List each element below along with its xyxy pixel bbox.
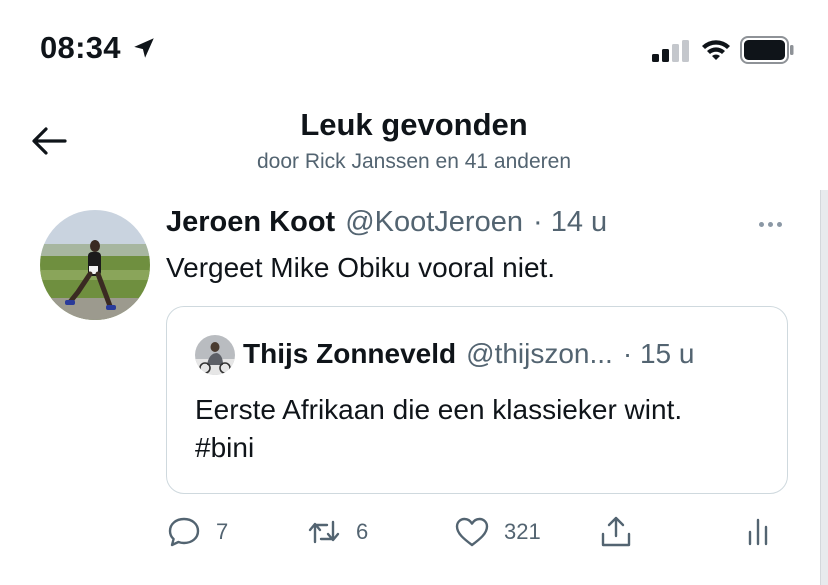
- quoted-author-avatar[interactable]: [195, 335, 235, 375]
- battery-icon: [740, 36, 794, 64]
- page-subtitle[interactable]: door Rick Janssen en 41 anderen: [0, 150, 828, 174]
- analytics-button[interactable]: [740, 510, 776, 554]
- quoted-tweet-text: Eerste Afrikaan die een klassieker wint.…: [195, 391, 775, 467]
- author-name[interactable]: Jeroen Koot: [166, 206, 335, 239]
- more-dots-icon: [767, 221, 773, 227]
- tweet-header: Jeroen Koot @KootJeroen · 14 u: [166, 206, 607, 239]
- wifi-icon: [702, 40, 730, 60]
- tweet-actions: 7 6 321: [166, 510, 786, 554]
- quoted-text-line: Eerste Afrikaan die een klassieker wint.: [195, 394, 683, 425]
- reply-icon: [168, 517, 200, 547]
- retweet-count: 6: [356, 519, 369, 544]
- tweet-timestamp[interactable]: · 14 u: [533, 206, 607, 239]
- like-count: 321: [504, 519, 541, 544]
- reply-button[interactable]: 7: [166, 510, 228, 554]
- quoted-time-text: 15 u: [639, 338, 695, 369]
- location-arrow-icon: [134, 38, 154, 58]
- retweet-button[interactable]: 6: [306, 510, 368, 554]
- share-icon: [601, 516, 631, 547]
- cellular-signal-icon: [652, 40, 689, 62]
- quoted-author-name: Thijs Zonneveld: [243, 338, 457, 369]
- quoted-avatar-photo: [195, 335, 235, 375]
- status-time: 08:34: [40, 30, 157, 66]
- status-time-text: 08:34: [40, 30, 121, 65]
- time-separator: ·: [532, 206, 543, 238]
- scrollbar[interactable]: [820, 190, 828, 585]
- tweet-text: Vergeet Mike Obiku vooral niet.: [166, 252, 556, 283]
- tweet-time-text: 14 u: [550, 206, 608, 238]
- runner-photo: [40, 210, 150, 320]
- quoted-tweet-timestamp: · 15 u: [623, 338, 695, 370]
- page-title: Leuk gevonden: [300, 107, 528, 142]
- quoted-time-separator: ·: [622, 338, 633, 369]
- share-button[interactable]: [598, 510, 634, 554]
- more-options-button[interactable]: [752, 214, 788, 234]
- hashtag-link[interactable]: #bini: [195, 429, 775, 467]
- quoted-tweet[interactable]: Thijs Zonneveld @thijszon... · 15 u Eers…: [166, 306, 788, 494]
- like-button[interactable]: 321: [454, 510, 541, 554]
- quoted-author-handle: @thijszon...: [466, 338, 613, 369]
- more-dots-icon: [776, 221, 782, 227]
- reply-count: 7: [216, 519, 229, 544]
- heart-icon: [455, 517, 489, 547]
- retweet-icon: [308, 520, 340, 544]
- quoted-tweet-header: Thijs Zonneveld @thijszon... · 15 u: [243, 338, 694, 370]
- author-avatar[interactable]: [40, 210, 150, 320]
- author-handle[interactable]: @KootJeroen: [345, 206, 523, 239]
- status-bar: 08:34: [0, 0, 828, 100]
- more-dots-icon: [758, 221, 764, 227]
- analytics-icon: [748, 518, 768, 546]
